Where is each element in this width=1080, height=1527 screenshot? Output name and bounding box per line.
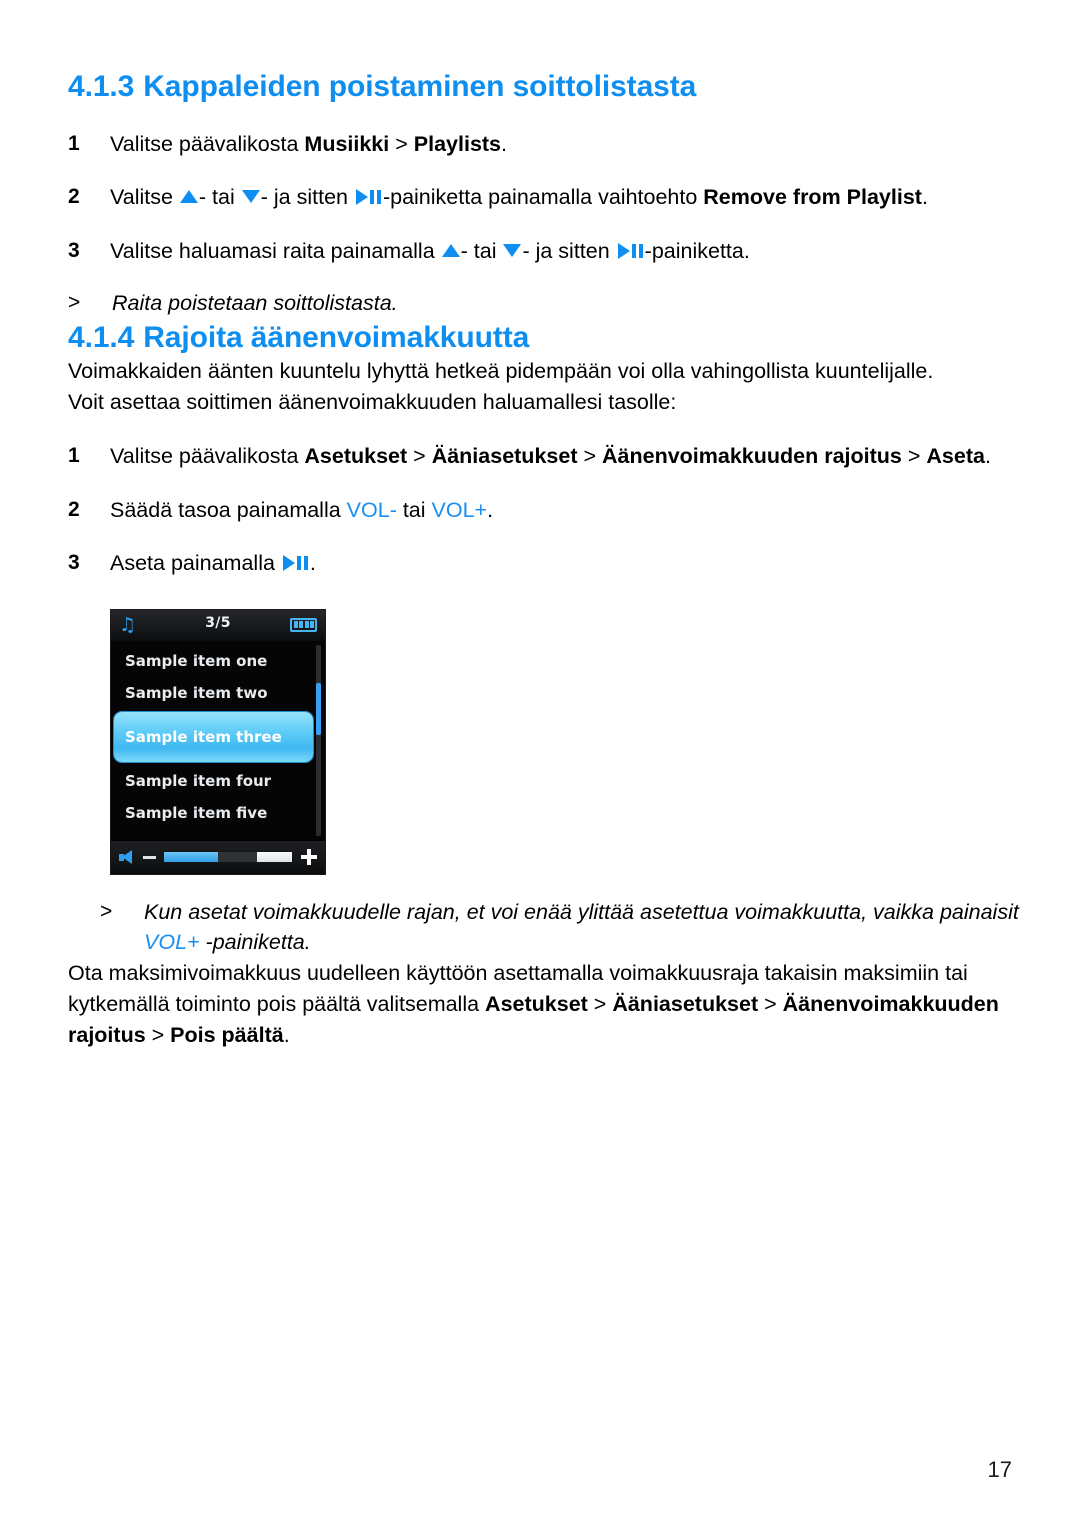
device-list-item[interactable]: Sample item five xyxy=(111,797,325,829)
text-run: . xyxy=(283,1023,290,1048)
note-line-1: Kun asetat voimakkuudelle rajan, et voi … xyxy=(144,899,1019,924)
play-pause-icon xyxy=(282,555,309,572)
text-run: - tai xyxy=(460,238,503,263)
text-run: . xyxy=(487,497,494,522)
step-item: 3 Aseta painamalla . xyxy=(68,548,1020,579)
play-pause-icon xyxy=(355,189,382,206)
device-scrollbar[interactable] xyxy=(316,644,321,836)
step-item: 1 Valitse päävalikosta Musiikki > Playlis… xyxy=(68,129,1020,160)
text-run: tai xyxy=(396,497,432,522)
note-accent-vol-plus: VOL+ xyxy=(144,930,200,955)
battery-full-icon xyxy=(290,617,317,632)
note-caret: > xyxy=(100,899,113,923)
text-run: > xyxy=(901,444,927,469)
text-run: > xyxy=(577,444,602,469)
device-list-item[interactable]: Sample item two xyxy=(111,677,325,709)
note-track-removed: > Raita poistetaan soittolistasta. xyxy=(68,288,1020,319)
text-run: - ja sitten xyxy=(260,185,354,210)
device-scrollbar-thumb[interactable] xyxy=(316,682,321,735)
play-pause-icon xyxy=(617,242,644,259)
device-list-item-selected[interactable]: Sample item three xyxy=(114,711,313,762)
triangle-down-icon xyxy=(503,243,522,257)
page-content: 4.1.3 Kappaleiden poistaminen soittolista… xyxy=(68,68,1020,1052)
device-list-item[interactable]: Sample item one xyxy=(111,645,325,677)
section-heading-414: 4.1.4 Rajoita äänenvoimakkuutta xyxy=(68,319,1020,357)
text-run: Valitse haluamasi raita painamalla xyxy=(110,238,441,263)
text-run: Aseta painamalla xyxy=(110,551,281,576)
step-item: 3 Valitse haluamasi raita painamalla - ta… xyxy=(68,236,1020,267)
step-item: 2 Säädä tasoa painamalla VOL- tai VOL+. xyxy=(68,495,1020,526)
outro-paragraph: Ota maksimivoimakkuus uudelleen käyttöön… xyxy=(68,958,1020,1052)
section-title: Rajoita äänenvoimakkuutta xyxy=(143,320,530,354)
text-run: > xyxy=(407,444,432,469)
text-run: Valitse päävalikosta xyxy=(110,444,305,469)
text-run: Säädä tasoa painamalla xyxy=(110,497,347,522)
device-status-bar: ♫ 3/5 xyxy=(111,609,325,642)
text-run: - ja sitten xyxy=(522,238,616,263)
page-number: 17 xyxy=(987,1457,1012,1482)
bold-term: Asetukset xyxy=(304,444,408,469)
bold-term: Remove from Playlist xyxy=(703,185,922,210)
device-list-item[interactable]: Sample item four xyxy=(111,765,325,797)
intro-paragraph: Voimakkaiden äänten kuuntelu lyhyttä het… xyxy=(68,356,1020,418)
device-item-list: Sample item one Sample item two Sample ite… xyxy=(111,640,325,840)
bold-term: Pois päältä xyxy=(170,1023,284,1048)
bold-term: Playlists xyxy=(413,131,502,156)
accent-term: VOL- xyxy=(346,497,397,522)
text-run: . xyxy=(984,444,991,469)
note-text: Raita poistetaan soittolistasta. xyxy=(112,291,398,316)
text-run: . xyxy=(309,551,316,576)
bold-term: Äänenvoimakkuuden rajoitus xyxy=(602,444,902,469)
text-run: > xyxy=(389,131,414,156)
section-number: 4.1.3 xyxy=(68,70,135,103)
text-run: Valitse päävalikosta xyxy=(110,131,305,156)
text-run: . xyxy=(921,185,928,210)
triangle-up-icon xyxy=(179,190,198,204)
section-heading-413: 4.1.3 Kappaleiden poistaminen soittolista… xyxy=(68,68,1020,106)
plus-icon[interactable] xyxy=(301,849,317,866)
bold-term: Ääniasetukset xyxy=(431,444,578,469)
text-run: > xyxy=(758,992,783,1017)
minus-icon[interactable] xyxy=(143,855,156,860)
note-line-2-tail: -painiketta. xyxy=(199,930,311,955)
bold-term: Ääniasetukset xyxy=(612,992,759,1017)
volume-fill xyxy=(164,852,218,863)
section-number: 4.1.4 xyxy=(68,320,135,354)
bold-term: Aseta xyxy=(926,444,985,469)
device-figure: ♫ 3/5 Sample item one Sample item two Samp… xyxy=(68,608,1020,875)
volume-slider[interactable] xyxy=(163,851,293,864)
triangle-up-icon xyxy=(441,243,460,257)
steps-list-413: 1 Valitse päävalikosta Musiikki > Playlis… xyxy=(68,129,1020,267)
text-run: Valitse xyxy=(110,185,179,210)
text-run: > xyxy=(145,1023,171,1048)
step-number: 3 xyxy=(68,238,80,262)
intro-line-1: Voimakkaiden äänten kuuntelu lyhyttä het… xyxy=(68,359,934,384)
note-volume-limit: > Kun asetat voimakkuudelle rajan, et voi… xyxy=(68,897,1020,958)
document-page: 4.1.3 Kappaleiden poistaminen soittolista… xyxy=(0,0,1080,1527)
text-run: -painiketta. xyxy=(644,238,750,263)
step-number: 1 xyxy=(68,131,80,155)
step-item: 2 Valitse - tai - ja sitten -painiketta p… xyxy=(68,182,1020,213)
bold-term: Musiikki xyxy=(304,131,390,156)
step-number: 2 xyxy=(68,497,80,521)
steps-list-414: 1 Valitse päävalikosta Asetukset > Äänias… xyxy=(68,441,1020,579)
note-caret: > xyxy=(68,291,81,315)
step-number: 1 xyxy=(68,444,80,468)
bold-term: Asetukset xyxy=(485,992,588,1017)
text-run: -painiketta painamalla vaihtoehto xyxy=(382,185,704,210)
section-title: Kappaleiden poistaminen soittolistasta xyxy=(143,70,697,103)
accent-term: VOL+ xyxy=(431,497,488,522)
intro-line-2: Voit asettaa soittimen äänenvoimakkuuden… xyxy=(68,390,677,415)
text-run: . xyxy=(501,131,507,156)
speaker-icon xyxy=(119,849,136,865)
step-number: 3 xyxy=(68,551,80,575)
device-screen: ♫ 3/5 Sample item one Sample item two Samp… xyxy=(110,608,326,875)
device-volume-bar xyxy=(111,839,325,874)
step-item: 1 Valitse päävalikosta Asetukset > Äänias… xyxy=(68,441,1020,472)
text-run: - tai xyxy=(198,185,241,210)
text-run: > xyxy=(587,992,613,1017)
volume-limit-cap xyxy=(257,852,292,863)
triangle-down-icon xyxy=(241,190,260,204)
step-number: 2 xyxy=(68,185,80,209)
